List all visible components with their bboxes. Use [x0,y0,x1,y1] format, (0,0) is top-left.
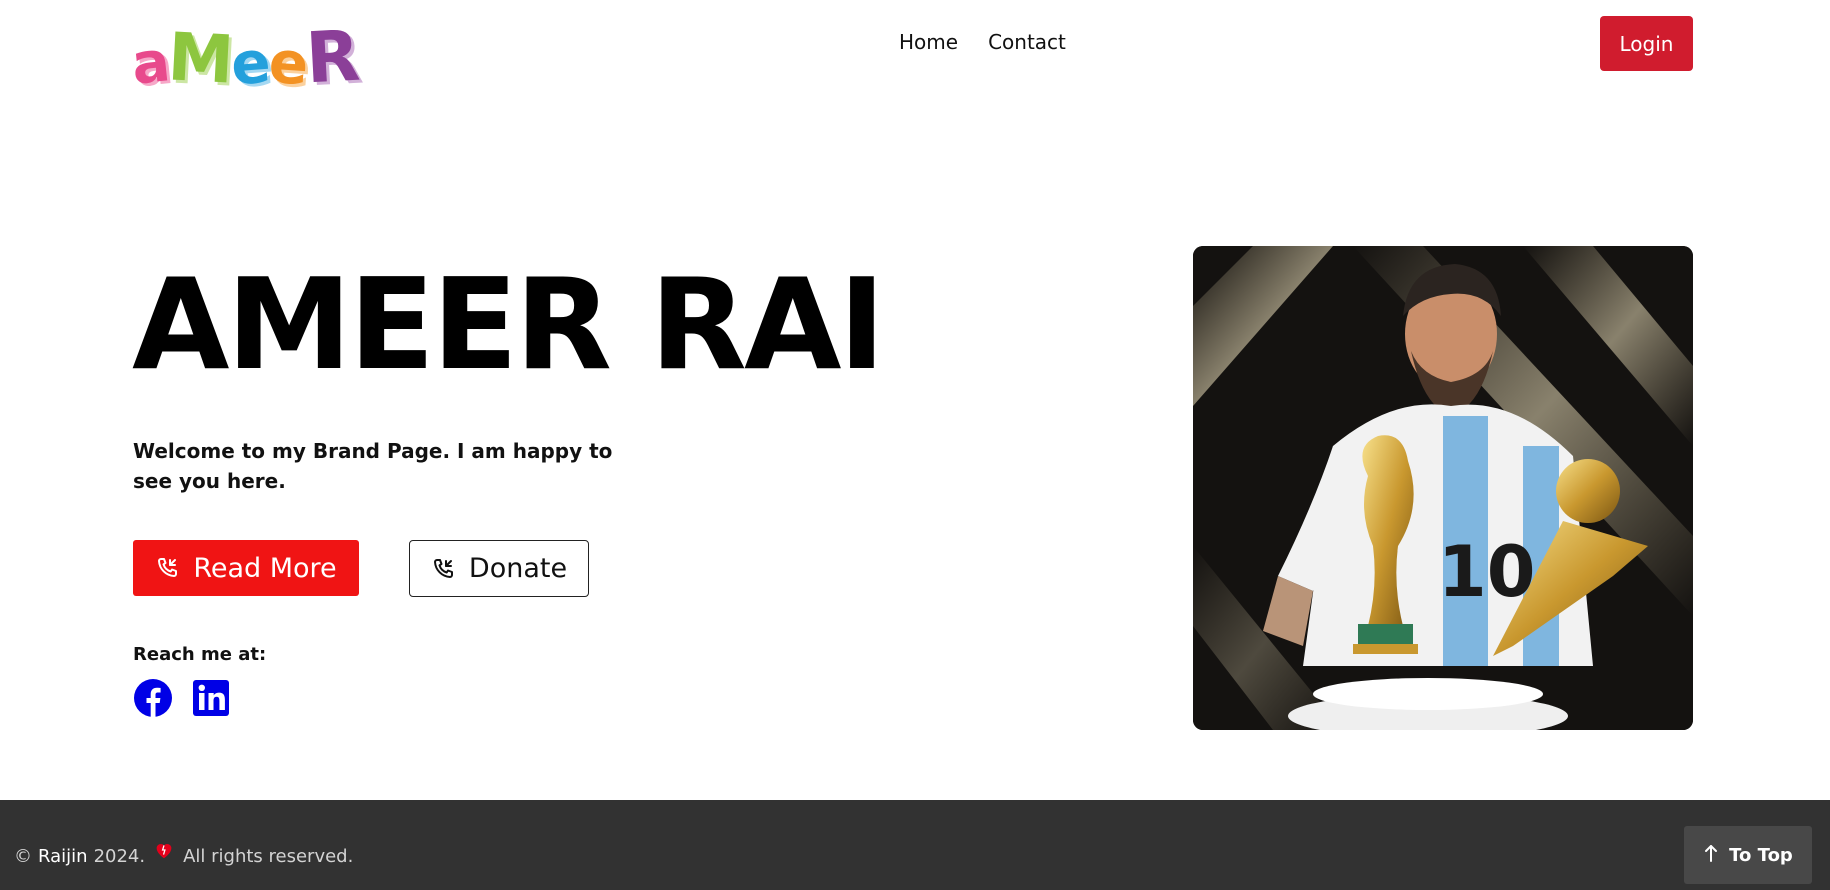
phone-callback-icon [155,556,179,580]
heart-icon [153,839,175,861]
site-footer [0,800,1830,890]
donate-button[interactable]: Donate [409,540,589,597]
nav-home-link[interactable]: Home [899,30,958,54]
copyright-symbol: © [14,846,32,867]
nav-contact-link[interactable]: Contact [988,30,1066,54]
social-links [133,678,231,718]
logo-letter: R [304,14,363,100]
phone-callback-icon [431,557,455,581]
hero-title: AMEER RAI [132,251,885,398]
site-header: a M e e R Home Contact Login [0,0,1830,100]
footer-copyright: © Raijin 2024. All rights reserved. [14,843,354,867]
footer-rights: All rights reserved. [183,846,354,867]
footer-year: 2024. [93,846,146,867]
main-nav: Home Contact [899,30,1066,54]
reach-me-label: Reach me at: [133,644,267,665]
logo-letter: e [266,27,311,99]
facebook-icon[interactable] [133,678,173,718]
footer-brand[interactable]: Raijin [38,846,88,867]
hero-subtitle: Welcome to my Brand Page. I am happy to … [133,439,613,493]
linkedin-icon[interactable] [191,678,231,718]
hero-photo: 10 [1193,246,1693,730]
logo[interactable]: a M e e R [129,14,363,100]
read-more-button[interactable]: Read More [133,540,359,596]
login-button[interactable]: Login [1600,16,1693,71]
donate-label: Donate [468,553,568,584]
to-top-label: To Top [1729,844,1793,866]
read-more-label: Read More [193,552,337,584]
arrow-up-icon [1703,843,1719,868]
svg-text:10: 10 [1438,531,1535,613]
to-top-button[interactable]: To Top [1684,826,1812,884]
logo-letter: M [165,18,236,99]
player-with-trophy-photo: 10 [1193,246,1693,730]
logo-letter: e [229,27,274,99]
